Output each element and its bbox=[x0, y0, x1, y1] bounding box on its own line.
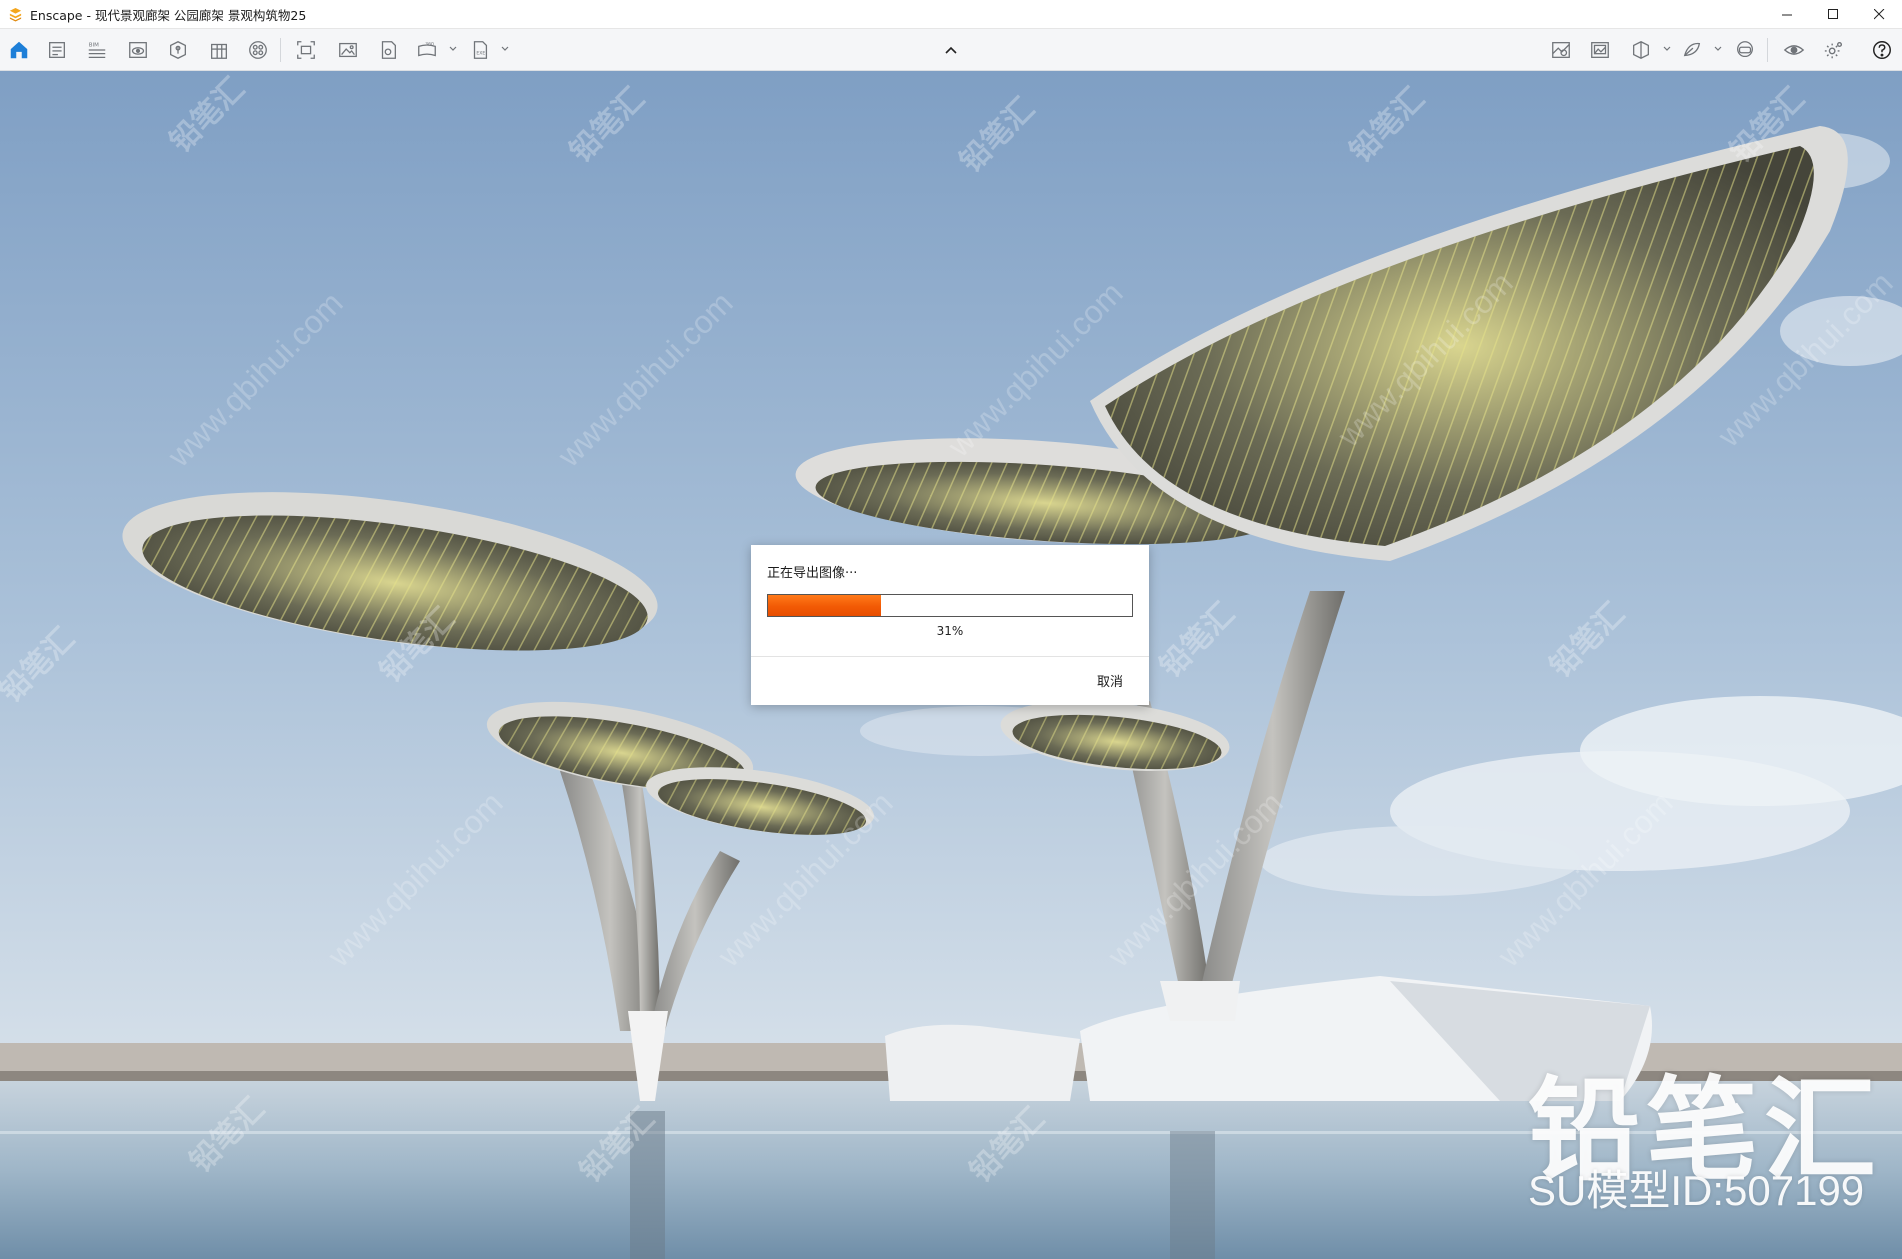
gallery-icon[interactable] bbox=[1588, 38, 1612, 62]
view-icon[interactable] bbox=[126, 38, 150, 62]
export-progress-dialog: 正在导出图像··· 31% 取消 bbox=[751, 545, 1149, 705]
watermark-model-id: SU模型ID:507199 bbox=[1528, 1167, 1865, 1214]
screenshot-icon[interactable] bbox=[336, 38, 360, 62]
bim-icon[interactable]: BIM bbox=[85, 38, 109, 62]
maximize-button[interactable] bbox=[1810, 0, 1856, 29]
window-controls bbox=[1764, 0, 1902, 29]
dialog-title: 正在导出图像··· bbox=[767, 566, 858, 581]
chevron-down-icon[interactable] bbox=[448, 42, 458, 56]
home-icon[interactable] bbox=[7, 38, 31, 62]
minimize-button[interactable] bbox=[1764, 0, 1810, 29]
progress-bar-fill bbox=[768, 595, 881, 616]
visibility-eye-icon[interactable] bbox=[1782, 38, 1806, 62]
chevron-down-icon[interactable] bbox=[1662, 42, 1672, 56]
cancel-button[interactable]: 取消 bbox=[1093, 669, 1127, 692]
svg-text:EXE: EXE bbox=[476, 51, 485, 57]
chevron-down-icon[interactable] bbox=[1713, 42, 1723, 56]
svg-text:360: 360 bbox=[425, 41, 434, 47]
section-cube-icon[interactable] bbox=[1629, 38, 1653, 62]
batch-render-icon[interactable] bbox=[294, 38, 318, 62]
atmosphere-icon[interactable] bbox=[1680, 38, 1704, 62]
document-icon[interactable] bbox=[45, 38, 69, 62]
dialog-divider bbox=[751, 656, 1149, 657]
settings-gear-icon[interactable] bbox=[1822, 38, 1846, 62]
title-bar: Enscape - 现代景观廊架 公园廊架 景观构筑物25 bbox=[0, 0, 1902, 29]
export-panorama-icon[interactable]: 360 bbox=[415, 38, 439, 62]
close-button[interactable] bbox=[1856, 0, 1902, 29]
toolbar-separator bbox=[280, 38, 281, 62]
building-icon[interactable] bbox=[207, 38, 231, 62]
window-title: Enscape - 现代景观廊架 公园廊架 景观构筑物25 bbox=[30, 7, 307, 23]
asset-library-icon[interactable] bbox=[166, 38, 190, 62]
view-management-icon[interactable] bbox=[1549, 38, 1573, 62]
material-icon[interactable] bbox=[246, 38, 270, 62]
export-progress-bar bbox=[767, 594, 1133, 617]
export-video-icon[interactable] bbox=[376, 38, 400, 62]
help-icon[interactable] bbox=[1870, 38, 1894, 62]
bim-label: BIM bbox=[89, 42, 99, 48]
collapse-toolbar-chevron-up-icon[interactable] bbox=[941, 41, 961, 59]
export-exe-icon[interactable]: EXE bbox=[468, 38, 492, 62]
toolbar-separator bbox=[1767, 38, 1768, 62]
enscape-logo-icon bbox=[8, 7, 23, 22]
progress-percent-label: 31% bbox=[936, 624, 964, 638]
chevron-down-icon[interactable] bbox=[500, 42, 510, 56]
vr-headset-icon[interactable] bbox=[1733, 38, 1757, 62]
toolbar: BIM 360 EXE bbox=[0, 29, 1902, 71]
